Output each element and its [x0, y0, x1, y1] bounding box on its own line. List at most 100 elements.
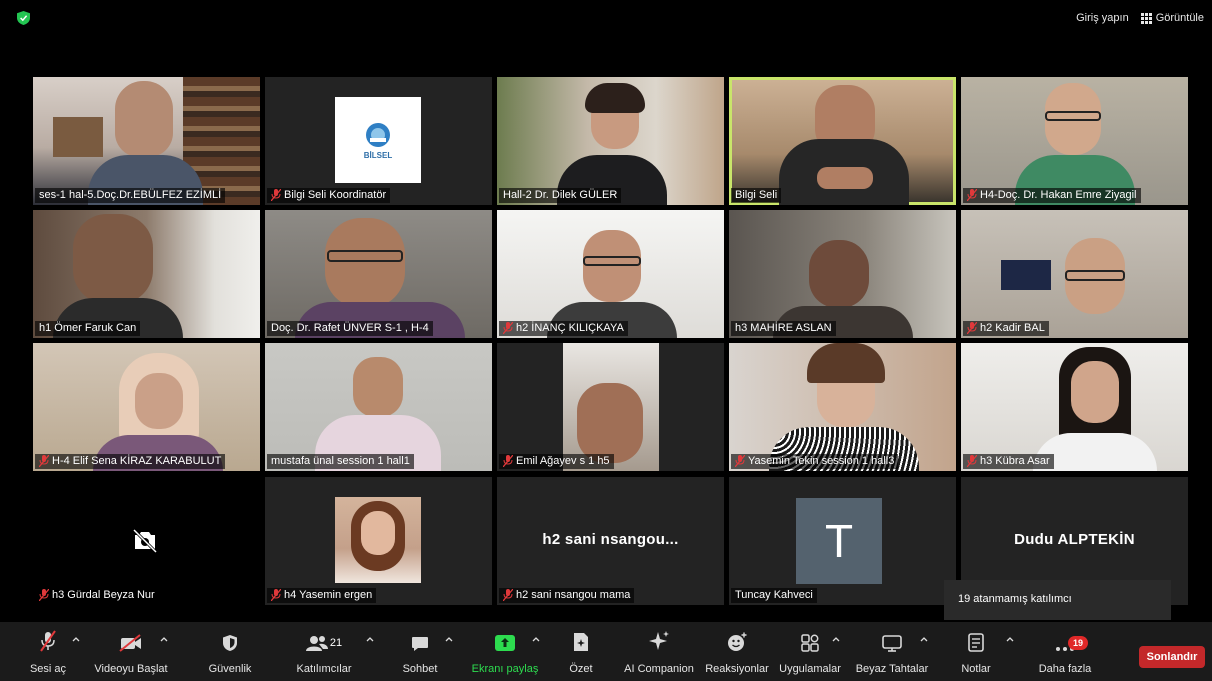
participant-tile[interactable]: h2 İNANÇ KILIÇKAYA — [497, 210, 724, 338]
participant-tile[interactable]: ses-1 hal-5.Doç.Dr.EBÜLFEZ EZİMLİ — [33, 77, 260, 205]
participant-name: Bilgi Seli — [731, 188, 782, 203]
ai-sparkle-icon — [649, 631, 669, 650]
more-button[interactable]: Daha fazla — [1036, 622, 1094, 681]
end-meeting-button[interactable]: Sonlandır — [1139, 646, 1205, 668]
share-screen-button[interactable]: Ekranı paylaş — [472, 622, 538, 681]
camera-off-icon — [132, 529, 158, 553]
mic-muted-icon — [735, 455, 745, 467]
chevron-up-icon[interactable] — [72, 636, 80, 642]
mic-muted-icon — [40, 630, 56, 652]
start-video-label: Videoyu Başlat — [94, 663, 168, 675]
logo-icon — [366, 122, 390, 147]
participant-tile[interactable]: Doç. Dr. Rafet ÜNVER S-1 , H-4 — [265, 210, 492, 338]
participant-tile[interactable]: h2 sani nsangou... h2 sani nsangou mama — [497, 477, 724, 605]
chevron-up-icon[interactable] — [445, 636, 453, 642]
unmute-button[interactable]: Sesi aç — [30, 622, 66, 681]
face-image — [809, 240, 869, 308]
security-button[interactable]: Güvenlik — [207, 622, 253, 681]
chat-icon — [412, 637, 428, 651]
security-label: Güvenlik — [208, 663, 252, 675]
top-bar: Giriş yapın Görüntüle — [0, 0, 1212, 40]
glasses-image — [583, 256, 641, 266]
participants-icon — [305, 636, 328, 651]
logo-text: BİLSEL — [363, 150, 393, 160]
mic-muted-icon — [967, 455, 977, 467]
reactions-label: Reaksiyonlar — [705, 663, 769, 675]
participant-tile[interactable]: h4 Yasemin ergen — [265, 477, 492, 605]
summary-button[interactable]: Özet — [566, 622, 596, 681]
mic-muted-icon — [39, 589, 49, 601]
participant-tile[interactable]: Yasemin Tekin session 1 hall3 — [729, 343, 956, 471]
whiteboards-button[interactable]: Beyaz Tahtalar — [854, 622, 930, 681]
participant-tile[interactable]: H-4 Elif Sena KİRAZ KARABULUT — [33, 343, 260, 471]
participant-tile[interactable]: h3 Kübra Asar — [961, 343, 1188, 471]
participant-tile[interactable]: H4-Doç. Dr. Hakan Emre Ziyagil — [961, 77, 1188, 205]
participant-tile[interactable]: h1 Ömer Faruk Can — [33, 210, 260, 338]
participant-tile[interactable]: BİLSEL Bilgi Seli Koordinatör — [265, 77, 492, 205]
participant-name: Emil Ağayev s 1 h5 — [499, 454, 614, 469]
mic-muted-icon — [503, 455, 513, 467]
participants-label: Katılımcılar — [296, 663, 352, 675]
glasses-image — [327, 250, 403, 262]
start-video-button[interactable]: Videoyu Başlat — [93, 622, 169, 681]
shield-icon[interactable] — [17, 11, 30, 25]
participant-name: h3 Kübra Asar — [963, 454, 1054, 469]
chevron-up-icon[interactable] — [920, 636, 928, 642]
participant-name: Doç. Dr. Rafet ÜNVER S-1 , H-4 — [267, 321, 433, 336]
participant-name: h3 MAHİRE ASLAN — [731, 321, 836, 336]
apps-icon — [801, 634, 819, 652]
chevron-up-icon[interactable] — [366, 636, 374, 642]
face-image — [135, 373, 183, 429]
participant-tile[interactable]: T Tuncay Kahveci — [729, 477, 956, 605]
participant-name: h4 Yasemin ergen — [267, 588, 377, 603]
chat-button[interactable]: Sohbet — [400, 622, 440, 681]
hair-image — [807, 343, 885, 383]
chevron-up-icon[interactable] — [832, 636, 840, 642]
participant-name: h2 Kadir BAL — [963, 321, 1049, 336]
profile-photo — [335, 497, 421, 583]
ai-companion-label: AI Companion — [624, 663, 694, 675]
whiteboards-label: Beyaz Tahtalar — [855, 663, 929, 675]
whiteboard-icon — [882, 635, 902, 652]
summary-icon — [574, 633, 588, 651]
apps-button[interactable]: Uygulamalar — [778, 622, 842, 681]
chevron-up-icon[interactable] — [160, 636, 168, 642]
face-image — [577, 383, 643, 463]
reactions-button[interactable]: Reaksiyonlar — [705, 622, 769, 681]
apps-label: Uygulamalar — [779, 663, 841, 675]
participant-name: Tuncay Kahveci — [731, 588, 817, 603]
mic-muted-icon — [967, 322, 977, 334]
participant-name: Yasemin Tekin session 1 hall3 — [731, 454, 899, 469]
unmute-label: Sesi aç — [29, 663, 67, 675]
share-screen-icon — [495, 635, 515, 651]
notes-icon — [968, 633, 984, 652]
participant-tile[interactable]: mustafa ünal session 1 hall1 — [265, 343, 492, 471]
chat-label: Sohbet — [402, 663, 438, 675]
notes-button[interactable]: Notlar — [958, 622, 994, 681]
ai-companion-button[interactable]: AI Companion — [622, 622, 696, 681]
face-image — [325, 218, 405, 308]
sign-in-button[interactable]: Giriş yapın — [1076, 12, 1129, 24]
participant-tile[interactable]: h3 MAHİRE ASLAN — [729, 210, 956, 338]
chevron-up-icon[interactable] — [532, 636, 540, 642]
participant-tile[interactable]: h3 Gürdal Beyza Nur — [33, 477, 260, 605]
participant-name: h3 Gürdal Beyza Nur — [35, 588, 159, 603]
participant-name: Hall-2 Dr. Dilek GÜLER — [499, 188, 622, 203]
participant-tile[interactable]: h2 Kadir BAL — [961, 210, 1188, 338]
face-image — [583, 230, 641, 302]
participants-button[interactable]: 21 Katılımcılar — [292, 622, 356, 681]
face-image — [1071, 361, 1119, 423]
mic-muted-icon — [271, 189, 281, 201]
participant-tile-active-speaker[interactable]: Bilgi Seli — [729, 77, 956, 205]
view-button[interactable]: Görüntüle — [1140, 12, 1204, 24]
view-button-label: Görüntüle — [1155, 12, 1204, 24]
participant-tile[interactable]: Hall-2 Dr. Dilek GÜLER — [497, 77, 724, 205]
participant-name: h2 İNANÇ KILIÇKAYA — [499, 321, 628, 336]
face-image — [353, 357, 403, 417]
share-screen-label: Ekranı paylaş — [471, 663, 539, 675]
participant-name: Bilgi Seli Koordinatör — [267, 188, 391, 203]
participant-name: h2 sani nsangou mama — [499, 588, 635, 603]
participant-tile[interactable]: Emil Ağayev s 1 h5 — [497, 343, 724, 471]
mic-muted-icon — [967, 189, 977, 201]
chevron-up-icon[interactable] — [1006, 636, 1014, 642]
